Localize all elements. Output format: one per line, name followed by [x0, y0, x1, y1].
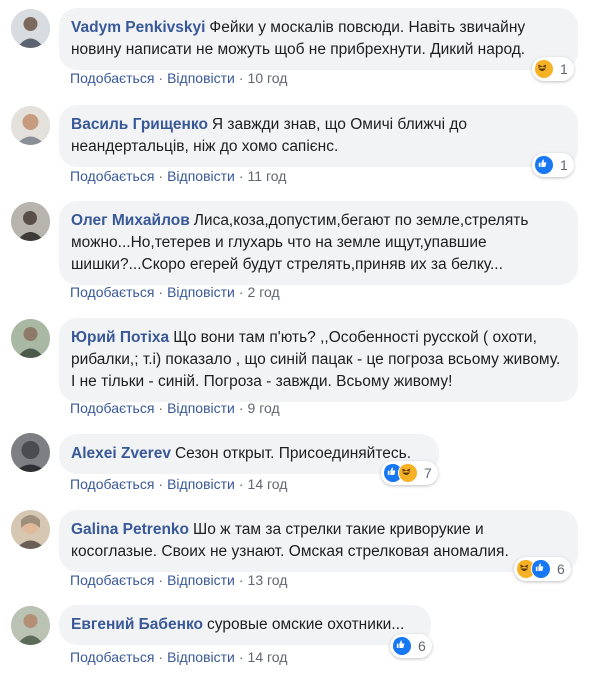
comment-time[interactable]: 14 год — [248, 476, 288, 492]
comment-author[interactable]: Юрий Потіха — [71, 329, 169, 346]
reaction-count: 7 — [424, 465, 432, 481]
comment: Олег Михайлов Лиса,коза,допустим,бегают п… — [0, 194, 603, 306]
separator: · — [238, 476, 244, 492]
separator: · — [158, 168, 164, 184]
avatar[interactable] — [11, 202, 50, 241]
reply-link[interactable]: Відповісти — [167, 284, 235, 300]
comment-bubble: Василь Грищенко Я завжди знав, що Омичі б… — [59, 105, 578, 167]
comment-time[interactable]: 9 год — [248, 400, 280, 416]
separator: · — [158, 649, 164, 665]
comment-actions: Подобається · Відповісти · 13 год — [70, 572, 287, 588]
comment-time[interactable]: 14 год — [248, 649, 288, 665]
comment: Евгений Бабенко суровые омские охотники..… — [0, 600, 603, 676]
comment-author[interactable]: Василь Грищенко — [71, 116, 208, 133]
comment-actions: Подобається · Відповісти · 10 год — [70, 70, 287, 86]
comment-time[interactable]: 10 год — [248, 70, 288, 86]
avatar[interactable] — [11, 510, 50, 549]
comment-actions: Подобається · Відповісти · 14 год — [70, 649, 287, 665]
reply-link[interactable]: Відповісти — [167, 70, 235, 86]
like-reaction-icon — [534, 155, 554, 175]
reaction-summary[interactable]: 6 — [390, 634, 432, 658]
like-link[interactable]: Подобається — [70, 400, 154, 416]
comment-bubble: Galina Petrenko Шо ж там за стрелки такие… — [59, 510, 578, 572]
comment: Alexei Zverev Сезон открыт. Присоединяйте… — [0, 428, 603, 500]
like-reaction-icon — [392, 636, 412, 656]
comment-actions: Подобається · Відповісти · 2 год — [70, 284, 280, 300]
comment: Юрий Потіха Що вони там п'ють? ,,Особенно… — [0, 312, 603, 424]
comment-author[interactable]: Alexei Zverev — [71, 445, 171, 462]
like-link[interactable]: Подобається — [70, 572, 154, 588]
separator: · — [238, 168, 244, 184]
avatar[interactable] — [11, 319, 50, 358]
comment-time[interactable]: 11 год — [248, 168, 287, 184]
like-reaction-icon — [531, 559, 551, 579]
comment-actions: Подобається · Відповісти · 9 год — [70, 400, 280, 416]
separator: · — [158, 400, 164, 416]
separator: · — [158, 284, 164, 300]
comment: Vadym Penkivskyi Фейки у москалів повсюди… — [0, 0, 603, 96]
comment: Василь Грищенко Я завжди знав, що Омичі б… — [0, 98, 603, 194]
reaction-count: 6 — [418, 638, 426, 654]
avatar[interactable] — [11, 106, 50, 145]
separator: · — [158, 572, 164, 588]
reaction-count: 6 — [557, 561, 565, 577]
comment-author[interactable]: Vadym Penkivskyi — [71, 19, 205, 36]
comment-author[interactable]: Galina Petrenko — [71, 521, 189, 538]
separator: · — [238, 70, 244, 86]
reply-link[interactable]: Відповісти — [167, 400, 235, 416]
separator: · — [238, 572, 244, 588]
comment-bubble: Евгений Бабенко суровые омские охотники..… — [59, 605, 431, 645]
like-link[interactable]: Подобається — [70, 476, 154, 492]
comment-actions: Подобається · Відповісти · 11 год — [70, 168, 286, 184]
reaction-count: 1 — [560, 61, 568, 77]
comment-time[interactable]: 2 год — [248, 284, 280, 300]
reply-link[interactable]: Відповісти — [167, 168, 235, 184]
comment-bubble: Vadym Penkivskyi Фейки у москалів повсюди… — [59, 8, 578, 70]
separator: · — [238, 400, 244, 416]
like-link[interactable]: Подобається — [70, 649, 154, 665]
comment-author[interactable]: Евгений Бабенко — [71, 616, 203, 633]
separator: · — [158, 70, 164, 86]
reaction-summary[interactable]: 6 — [514, 557, 571, 581]
reply-link[interactable]: Відповісти — [167, 572, 235, 588]
avatar[interactable] — [11, 433, 50, 472]
like-link[interactable]: Подобається — [70, 70, 154, 86]
like-link[interactable]: Подобається — [70, 284, 154, 300]
reaction-summary[interactable]: 7 — [381, 461, 438, 485]
comment: Galina Petrenko Шо ж там за стрелки такие… — [0, 505, 603, 601]
haha-reaction-icon — [534, 59, 554, 79]
comment-bubble: Олег Михайлов Лиса,коза,допустим,бегают п… — [59, 201, 578, 285]
comment-text: Сезон открыт. Присоединяйтесь. — [174, 445, 412, 462]
avatar[interactable] — [11, 606, 50, 645]
separator: · — [238, 284, 244, 300]
comment-actions: Подобається · Відповісти · 14 год — [70, 476, 287, 492]
reply-link[interactable]: Відповісти — [167, 649, 235, 665]
like-link[interactable]: Подобається — [70, 168, 154, 184]
haha-reaction-icon — [398, 463, 418, 483]
comment-text: суровые омские охотники... — [207, 616, 405, 633]
comment-bubble: Юрий Потіха Що вони там п'ють? ,,Особенно… — [59, 318, 578, 402]
comment-time[interactable]: 13 год — [248, 572, 288, 588]
separator: · — [238, 649, 244, 665]
reply-link[interactable]: Відповісти — [167, 476, 235, 492]
comment-author[interactable]: Олег Михайлов — [71, 212, 190, 229]
reaction-summary[interactable]: 1 — [532, 153, 574, 177]
reaction-count: 1 — [560, 157, 568, 173]
reaction-summary[interactable]: 1 — [532, 57, 574, 81]
separator: · — [158, 476, 164, 492]
avatar[interactable] — [11, 9, 50, 48]
